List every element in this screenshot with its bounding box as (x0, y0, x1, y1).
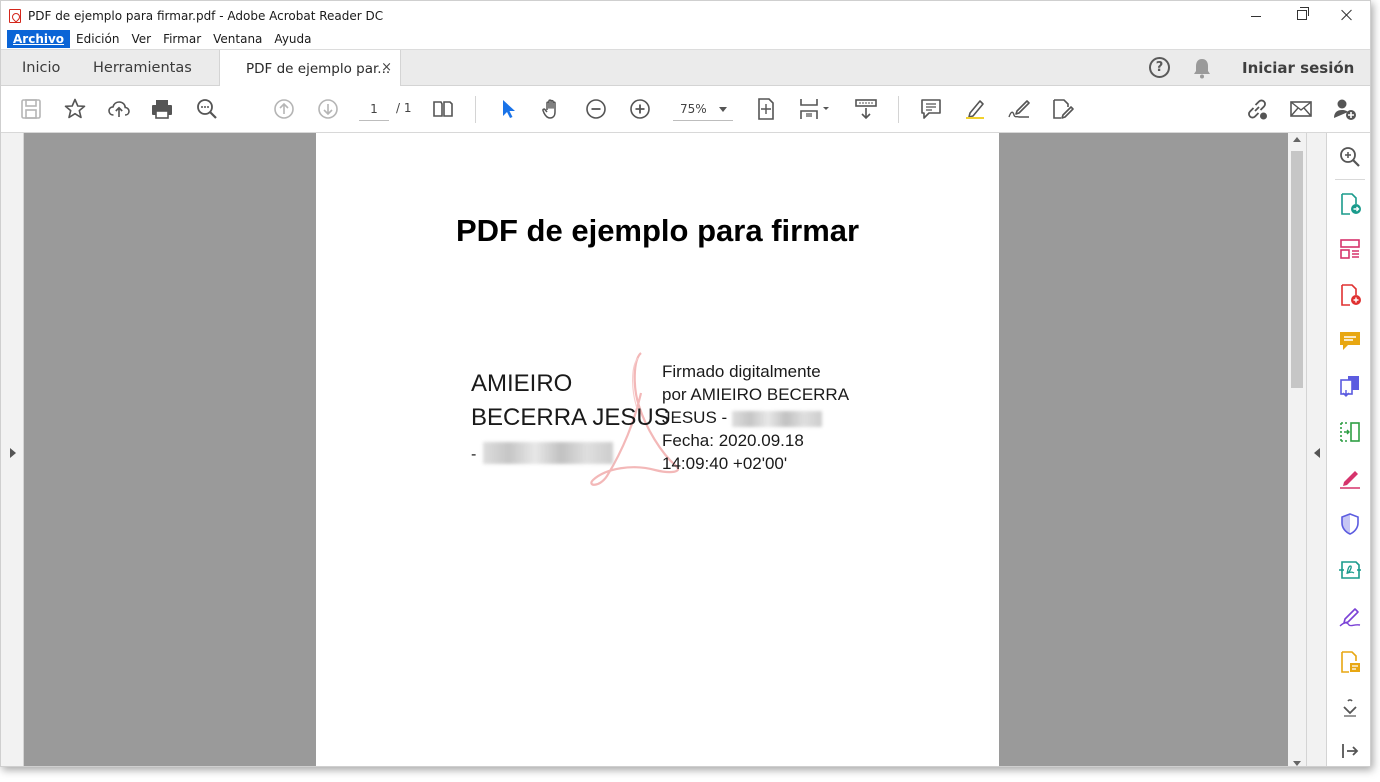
menu-ayuda[interactable]: Ayuda (268, 30, 317, 48)
zoom-out-icon[interactable] (583, 96, 609, 122)
redacted-id (483, 441, 613, 464)
acrobat-app-icon (9, 9, 21, 23)
comment-tool-icon[interactable] (1338, 329, 1362, 353)
tools-pane (1326, 133, 1370, 766)
select-cursor-icon[interactable] (495, 96, 521, 122)
signer-id-dash: - (471, 446, 477, 463)
title-bar: PDF de ejemplo para firmar.pdf - Adobe A… (1, 1, 1370, 29)
previous-page-icon[interactable] (271, 96, 297, 122)
toolbar-separator (898, 96, 899, 123)
restore-icon (1297, 7, 1309, 20)
close-window-button[interactable] (1324, 1, 1370, 29)
save-icon[interactable] (18, 96, 44, 122)
window-title: PDF de ejemplo para firmar.pdf - Adobe A… (28, 9, 384, 23)
fill-sign-icon[interactable] (1050, 96, 1076, 122)
right-panel-toggle[interactable] (1306, 133, 1326, 766)
acrobat-window: PDF de ejemplo para firmar.pdf - Adobe A… (0, 0, 1371, 767)
page-total: / 1 (396, 101, 412, 115)
search-zoom-icon[interactable] (194, 96, 220, 122)
organize-pages-icon[interactable] (1338, 237, 1362, 261)
signer-id-line: - (471, 435, 670, 472)
signer-name-line: AMIEIRO (471, 370, 573, 397)
page-number-input[interactable]: 1 (359, 99, 389, 121)
menu-bar: Archivo Edición Ver Firmar Ventana Ayuda (1, 29, 1370, 49)
minimize-button[interactable] (1233, 1, 1279, 29)
page-display-icon[interactable] (430, 96, 456, 122)
menu-edicion[interactable]: Edición (70, 30, 125, 48)
request-signature-icon[interactable] (1338, 604, 1362, 628)
create-pdf-icon[interactable] (1338, 283, 1362, 307)
help-icon[interactable]: ? (1149, 57, 1170, 78)
zoom-level-select[interactable]: 75% (673, 99, 733, 121)
zoom-in-icon[interactable] (627, 96, 653, 122)
email-icon[interactable] (1288, 96, 1314, 122)
left-panel-toggle[interactable] (1, 133, 24, 766)
comment-icon[interactable] (918, 96, 944, 122)
fill-and-sign-tool-icon[interactable] (1338, 466, 1362, 490)
show-more-tools-icon[interactable] (1338, 696, 1362, 720)
vertical-scrollbar[interactable] (1288, 133, 1306, 766)
hand-tool-icon[interactable] (539, 96, 565, 122)
redacted-id (731, 410, 822, 427)
signature-time-line: 14:09:40 +02'00' (662, 454, 788, 473)
menu-ver[interactable]: Ver (125, 30, 157, 48)
combine-files-icon[interactable] (1338, 374, 1362, 398)
expand-right-icon (10, 448, 16, 458)
minimize-icon (1251, 15, 1261, 17)
main-toolbar: 1 / 1 75% (1, 86, 1370, 133)
tab-bar: Inicio Herramientas PDF de ejemplo par..… (1, 49, 1370, 87)
collapse-pane-icon[interactable] (1338, 739, 1362, 763)
highlight-icon[interactable] (962, 96, 988, 122)
add-user-icon[interactable] (1332, 96, 1358, 122)
draw-pen-icon[interactable] (1006, 96, 1032, 122)
signature-detail-line: Firmado digitalmente (662, 362, 821, 381)
notifications-bell-icon[interactable] (1192, 57, 1212, 79)
tab-close-icon[interactable]: × (381, 60, 392, 75)
menu-archivo[interactable]: Archivo (7, 30, 71, 48)
compress-pdf-icon[interactable] (1338, 420, 1362, 444)
sign-in-button[interactable]: Iniciar sesión (1242, 59, 1354, 77)
pdf-page: PDF de ejemplo para firmar AMIEIRO BECER… (316, 133, 999, 766)
next-page-icon[interactable] (315, 96, 341, 122)
scroll-mode-icon[interactable] (797, 96, 835, 122)
menu-firmar[interactable]: Firmar (157, 30, 207, 48)
more-tools-document-icon[interactable] (1338, 650, 1362, 674)
signer-name-block: AMIEIRO BECERRA JESUS - (471, 367, 670, 472)
read-mode-icon[interactable] (853, 96, 879, 122)
close-icon (1341, 9, 1353, 21)
export-pdf-icon[interactable] (1338, 192, 1362, 216)
toolbar-separator (475, 96, 476, 123)
share-link-icon[interactable] (1244, 96, 1270, 122)
scroll-up-icon[interactable] (1293, 137, 1301, 142)
fit-page-icon[interactable] (753, 96, 779, 122)
protect-shield-icon[interactable] (1338, 512, 1362, 536)
signature-detail-line: por AMIEIRO BECERRA (662, 385, 850, 404)
tab-document-label: PDF de ejemplo par... (246, 60, 391, 77)
cloud-upload-icon[interactable] (106, 96, 132, 122)
zoom-level-value: 75% (680, 102, 707, 116)
scrollbar-thumb[interactable] (1291, 151, 1303, 388)
signature-detail-text: JESUS - (662, 408, 728, 427)
signature-details: Firmado digitalmente por AMIEIRO BECERRA… (662, 360, 849, 475)
signature-date-line: Fecha: 2020.09.18 (662, 431, 804, 450)
print-icon[interactable] (149, 96, 175, 122)
zoom-search-icon[interactable] (1338, 145, 1362, 169)
signature-detail-line: JESUS - (662, 406, 849, 429)
scroll-down-icon[interactable] (1293, 761, 1301, 766)
bookmark-star-icon[interactable] (62, 96, 88, 122)
document-view[interactable]: PDF de ejemplo para firmar AMIEIRO BECER… (1, 133, 1326, 766)
tab-home[interactable]: Inicio (22, 50, 60, 86)
chevron-down-icon (719, 107, 727, 112)
expand-left-icon (1314, 448, 1320, 458)
pane-separator (1335, 179, 1365, 180)
menu-ventana[interactable]: Ventana (207, 30, 268, 48)
send-for-review-icon[interactable] (1338, 558, 1362, 582)
restore-button[interactable] (1279, 1, 1325, 29)
signer-name-line: BECERRA JESUS (471, 404, 670, 431)
tab-tools[interactable]: Herramientas (93, 50, 192, 86)
document-title: PDF de ejemplo para firmar (455, 213, 860, 248)
tab-document[interactable]: PDF de ejemplo par... × (219, 50, 401, 87)
